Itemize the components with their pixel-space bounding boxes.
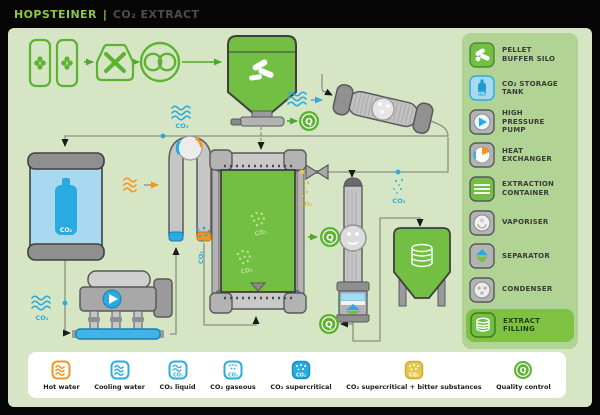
legend-item-high-pressure-pump: HIGH PRESSURE PUMP [462,105,578,139]
flow-legend-item-quality-control: Q Quality control [496,360,551,391]
legend-label: HEAT EXCHANGER [502,147,571,165]
legend-label: SEPARATOR [502,252,550,261]
co2-liquid-symbol: CO₂ [32,296,50,322]
heat-exchanger [169,136,211,241]
co2-supercritical-icon: CO₂ [291,360,311,380]
svg-text:CO₂: CO₂ [478,91,486,96]
flow-legend-item-co2-liquid: CO₂ CO₂ liquid [160,360,196,391]
legend-item-condenser: CONDENSER [462,273,578,307]
brand-logo: HOPSTEINER [14,8,97,21]
svg-text:CO₂: CO₂ [197,251,205,264]
legend-item-extract-filling: EXTRACT FILLING [466,309,574,343]
vaporiser-column [337,178,369,322]
extraction-container-icon [469,176,495,202]
co2-storage-tank-icon: CO₂ [469,75,495,101]
legend-item-extraction-container: EXTRACTION CONTAINER [462,172,578,206]
header: HOPSTEINER | CO₂ EXTRACT [0,0,600,28]
svg-text:CO₂: CO₂ [299,200,312,208]
legend-item-heat-exchanger: HEAT EXCHANGER [462,139,578,173]
quality-control-badge: Q [320,227,340,247]
quality-control-badge: Q [299,111,319,131]
co2-supercritical-bitter-icon: CO₂ [404,360,424,380]
page-title: CO₂ EXTRACT [113,8,200,21]
flow-legend-item-co2-gaseous: CO₂ CO₂ gaseous [210,360,256,391]
app-window: HOPSTEINER | CO₂ EXTRACT [0,0,600,415]
legend-label: EXTRACTION CONTAINER [502,180,554,198]
extract-filling-hopper [394,228,450,306]
tank-co2-label: CO₂ [60,227,73,234]
legend-item-vaporiser: VAPORISER [462,206,578,240]
svg-text:CO₂: CO₂ [228,372,238,378]
svg-text:CO₂: CO₂ [35,314,48,322]
flow-legend-label: CO₂ gaseous [210,383,256,391]
svg-text:CO₂: CO₂ [175,122,188,130]
high-pressure-pump-icon [469,109,495,135]
flow-legend-label: Cooling water [94,383,145,391]
legend-item-pellet-buffer-silo: PELLET BUFFER SILO [462,38,578,72]
separator [337,291,369,322]
heat-exchanger-icon [469,142,495,168]
legend-label: HIGH PRESSURE PUMP [502,109,545,135]
legend-item-co2-storage-tank: CO₂ CO₂ STORAGE TANK [462,72,578,106]
svg-text:CO₂: CO₂ [296,372,306,378]
mill-icon [97,45,133,80]
quality-control-badge: Q [319,314,339,334]
svg-text:Q: Q [325,321,333,331]
quality-control-icon: Q [513,360,533,380]
co2-liquid-symbol: CO₂ [172,106,190,130]
diagram-board: CO₂ [8,28,592,407]
legend-label: PELLET BUFFER SILO [502,46,555,64]
legend-label: CO₂ STORAGE TANK [502,80,571,98]
vaporiser-icon [469,210,495,236]
hop-bale-icons [30,40,77,86]
separator-icon [469,243,495,269]
cooling-water-icon [110,360,130,380]
flow-legend-item-co2-supercritical-bitter: CO₂ CO₂ supercritical + bitter substance… [346,360,481,391]
extract-filling-icon [470,312,496,338]
svg-text:Q: Q [305,118,313,128]
flow-legend: Hot water Cooling water CO₂ CO₂ liquid [28,352,566,398]
svg-text:Q: Q [520,366,527,375]
condenser [332,83,434,134]
legend-label: VAPORISER [502,218,548,227]
equipment-legend: PELLET BUFFER SILO CO₂ CO₂ STORAGE TANK [462,33,578,349]
high-pressure-pump [72,271,172,339]
hot-water-symbol [124,178,158,192]
hot-water-icon [51,360,71,380]
flow-legend-item-hot-water: Hot water [43,360,79,391]
flow-legend-label: Quality control [496,383,551,391]
co2-gaseous-symbol: CO₂ [392,179,405,205]
co2-storage-tank: CO₂ [28,153,104,260]
flow-legend-label: CO₂ supercritical + bitter substances [346,383,481,391]
flow-legend-item-cooling-water: Cooling water [94,360,145,391]
pelletizer-icon [141,43,179,81]
flow-legend-item-co2-supercritical: CO₂ CO₂ supercritical [270,360,331,391]
flow-legend-label: Hot water [43,383,79,391]
legend-label: EXTRACT FILLING [503,317,540,335]
valve-icon [306,165,328,179]
svg-text:CO₂: CO₂ [409,372,419,378]
legend-item-separator: SEPARATOR [462,239,578,273]
pellet-buffer-silo [228,36,296,126]
pellet-buffer-silo-icon [469,42,495,68]
extraction-container: CO₂ CO₂ [210,150,306,313]
condenser-icon [469,277,495,303]
svg-text:CO₂: CO₂ [392,197,405,205]
flow-legend-label: CO₂ supercritical [270,383,331,391]
legend-label: CONDENSER [502,285,552,294]
flow-legend-label: CO₂ liquid [160,383,196,391]
co2-gaseous-icon: CO₂ [223,360,243,380]
co2-liquid-icon: CO₂ [168,360,188,380]
header-separator: | [103,8,107,21]
svg-text:Q: Q [326,234,334,244]
svg-text:CO₂: CO₂ [173,372,183,378]
